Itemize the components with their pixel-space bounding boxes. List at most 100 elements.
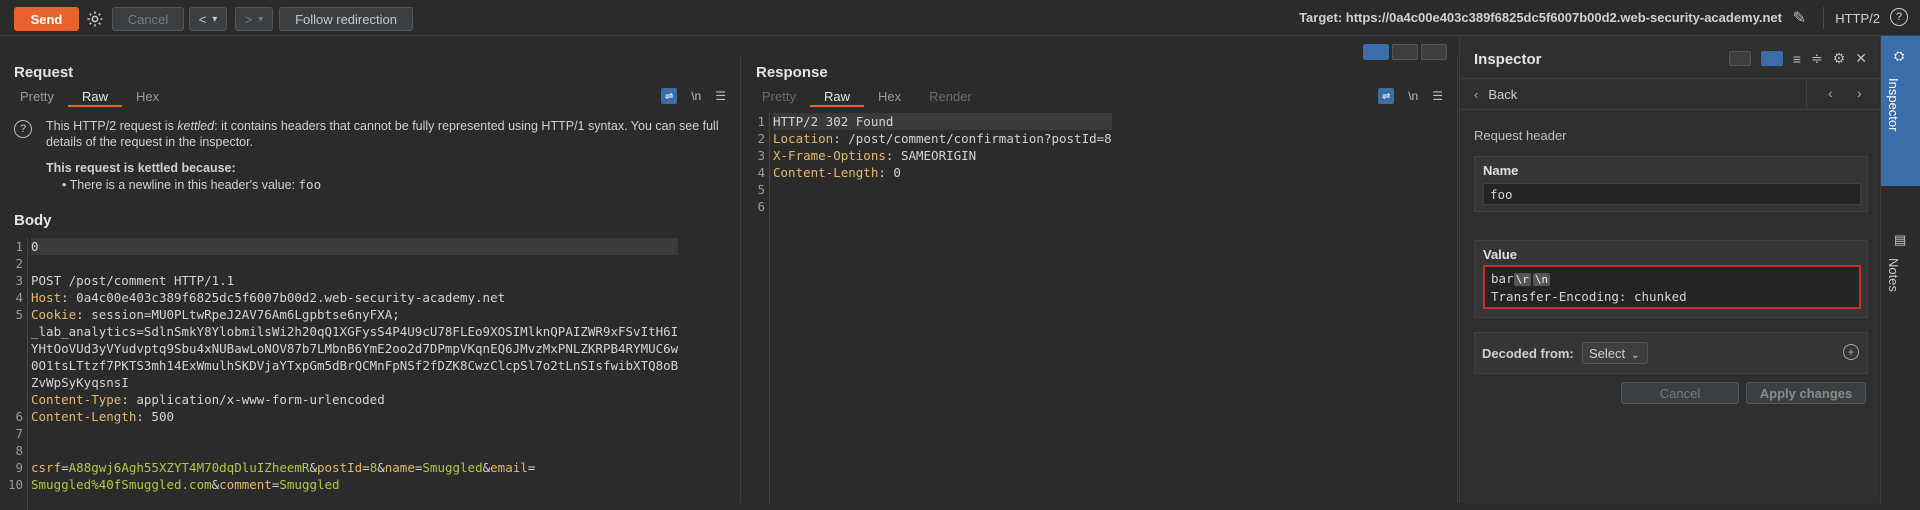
value-line-1: bar \r \n	[1491, 270, 1853, 288]
layout-side-by-side-icon[interactable]	[1363, 44, 1389, 60]
send-button[interactable]: Send	[14, 7, 79, 31]
editor-line[interactable]: Content-Length: 500	[31, 408, 678, 425]
editor-line[interactable]	[773, 181, 1112, 198]
line-number: 4	[15, 290, 23, 305]
back-dropdown-icon[interactable]: ▾	[212, 14, 217, 25]
editor-line[interactable]: Cookie: session=MU0PLtwRpeJ2AV76Am6Lgpbt…	[31, 306, 678, 323]
line-number	[0, 391, 23, 408]
help-icon[interactable]: ?	[1890, 8, 1908, 26]
show-newlines-icon[interactable]: \n	[691, 89, 701, 103]
carriage-return-escape: \r	[1513, 273, 1531, 286]
inspector-title: Inspector	[1474, 51, 1542, 68]
line-number: 9	[15, 460, 23, 475]
editor-line[interactable]	[31, 255, 678, 272]
expand-all-icon[interactable]: ≑	[1811, 50, 1823, 67]
response-lines[interactable]: HTTP/2 302 Found Location: /post/comment/…	[773, 113, 1112, 215]
request-lines[interactable]: 0 POST /post/comment HTTP/1.1 Host: 0a4c00…	[31, 238, 679, 493]
line-number	[0, 493, 23, 510]
editor-line[interactable]: X-Frame-Options: SAMEORIGIN	[773, 147, 1112, 164]
editor-line[interactable]	[773, 198, 1112, 215]
inspector-cancel-button[interactable]: Cancel	[1621, 382, 1739, 404]
sidebar-tab-notes[interactable]: ▤ Notes	[1881, 186, 1920, 316]
history-forward-button[interactable]: > ▾	[235, 7, 273, 31]
back-button[interactable]: ‹ Back	[1474, 87, 1517, 102]
response-title: Response	[756, 64, 828, 81]
menu-icon[interactable]: ☰	[1432, 89, 1443, 103]
tab-raw[interactable]: Raw	[67, 87, 122, 107]
chevron-down-icon: ⌄	[1631, 350, 1640, 361]
editor-line[interactable]	[31, 425, 678, 442]
forward-dropdown-icon[interactable]: ▾	[258, 14, 263, 25]
protocol-label[interactable]: HTTP/2	[1835, 11, 1880, 26]
tab-render[interactable]: Render	[915, 87, 986, 107]
line-number	[0, 323, 23, 340]
editor-line[interactable]: ZvWpSyKyqsnsI	[31, 374, 678, 391]
inspector-close-icon[interactable]: ✕	[1855, 50, 1867, 67]
decoded-select-value: Select	[1589, 346, 1626, 361]
name-label: Name	[1483, 163, 1519, 178]
editor-line[interactable]: 0	[31, 238, 679, 255]
editor-line[interactable]: HTTP/2 302 Found	[773, 113, 1112, 130]
line-number: 5	[757, 182, 765, 197]
sidebar-tab-inspector[interactable]: ⛭ Inspector	[1881, 36, 1920, 186]
prev-item-chevron-icon[interactable]: ‹	[1828, 85, 1833, 101]
value-text-1: bar	[1491, 271, 1514, 286]
tab-pretty[interactable]: Pretty	[748, 87, 810, 107]
response-editor-options: ⇌ \n ☰	[1378, 88, 1443, 104]
line-number	[0, 374, 23, 391]
editor-line[interactable]: csrf=A88gwj6Agh55XZYT4M70dqDluIZheemR&po…	[31, 459, 678, 476]
target-url[interactable]: Target: https://0a4c00e403c389f6825dc5f6…	[1299, 10, 1782, 25]
editor-line[interactable]: Host: 0a4c00e403c389f6825dc5f6007b00d2.w…	[31, 289, 678, 306]
sidebar-inspector-label: Inspector	[1886, 78, 1901, 132]
request-editor-options: ⇌ \n ☰	[661, 88, 726, 104]
inspector-settings-gear-icon[interactable]: ⚙	[1833, 50, 1846, 67]
follow-redirection-button[interactable]: Follow redirection	[279, 7, 413, 31]
editor-line[interactable]: Smuggled%40fSmuggled.com&comment=Smuggle…	[31, 476, 678, 493]
header-name-input[interactable]: foo	[1483, 183, 1861, 205]
kettled-em: kettled	[177, 119, 215, 133]
notes-icon: ▤	[1894, 232, 1907, 247]
request-body-editor[interactable]: 1 2 3 4 5 6 7 8 9 10 0 POST /post/comment HTTP/1.1…	[0, 238, 741, 510]
response-line-numbers: 1 2 3 4 5 6	[742, 113, 770, 503]
inspector-layout-left-icon[interactable]	[1728, 51, 1751, 66]
response-panel: Response Pretty Raw Hex Render ⇌ \n ☰ 1 2…	[742, 44, 1458, 503]
top-toolbar: Send Cancel < ▾ > ▾ Follow redirection T…	[0, 0, 1920, 36]
editor-line[interactable]: Content-Type: application/x-www-form-url…	[31, 391, 678, 408]
cancel-button[interactable]: Cancel	[112, 7, 184, 31]
tab-pretty[interactable]: Pretty	[6, 87, 68, 107]
inspector-panel: Inspector ≡ ≑ ⚙ ✕ ‹ Back ‹ › Request head…	[1459, 36, 1880, 503]
tab-raw[interactable]: Raw	[809, 87, 864, 107]
value-line-2: Transfer-Encoding: chunked	[1491, 289, 1687, 304]
layout-tabs-icon[interactable]	[1421, 44, 1447, 60]
menu-icon[interactable]: ☰	[715, 89, 726, 103]
editor-line[interactable]: Content-Length: 0	[773, 164, 1112, 181]
editor-line[interactable]: _lab_analytics=SdlnSmkY8YlobmilsWi2h20qQ…	[31, 323, 678, 340]
apply-changes-button[interactable]: Apply changes	[1746, 382, 1866, 404]
add-decoding-icon[interactable]: +	[1843, 344, 1859, 360]
word-wrap-icon[interactable]: ⇌	[1378, 88, 1395, 104]
tab-hex[interactable]: Hex	[864, 87, 915, 107]
layout-stacked-icon[interactable]	[1392, 44, 1418, 60]
line-number	[0, 340, 23, 357]
word-wrap-icon[interactable]: ⇌	[661, 88, 678, 104]
history-back-button[interactable]: < ▾	[189, 7, 227, 31]
editor-line[interactable]: YHtOoVUd3yVYudvptq9Sbu4xNUBawLoNOV87b7LM…	[31, 340, 678, 357]
collapse-all-icon[interactable]: ≡	[1793, 51, 1801, 67]
header-value-input[interactable]: bar \r \n Transfer-Encoding: chunked	[1483, 265, 1861, 309]
editor-line[interactable]	[31, 442, 678, 459]
editor-line[interactable]: 0O1tsLTtzf7PKTS3mh14ExWmulhSKDVjaYTxpGm5…	[31, 357, 678, 374]
settings-gear-icon[interactable]	[83, 7, 107, 31]
edit-target-pencil-icon[interactable]: ✎	[1793, 8, 1806, 28]
next-item-chevron-icon[interactable]: ›	[1857, 85, 1862, 101]
tab-hex[interactable]: Hex	[122, 87, 173, 107]
line-number: 2	[757, 131, 765, 146]
editor-line[interactable]: POST /post/comment HTTP/1.1	[31, 272, 678, 289]
kettled-message: This HTTP/2 request is kettled: it conta…	[46, 118, 736, 150]
line-number: 1	[15, 239, 23, 254]
show-newlines-icon[interactable]: \n	[1408, 89, 1418, 103]
decoded-select[interactable]: Select ⌄	[1582, 342, 1648, 364]
inspector-layout-right-icon[interactable]	[1760, 51, 1783, 66]
request-title: Request	[14, 64, 74, 81]
editor-line[interactable]: Location: /post/comment/confirmation?pos…	[773, 130, 1112, 147]
response-editor[interactable]: 1 2 3 4 5 6 HTTP/2 302 Found Location: /post/c…	[742, 113, 1458, 503]
